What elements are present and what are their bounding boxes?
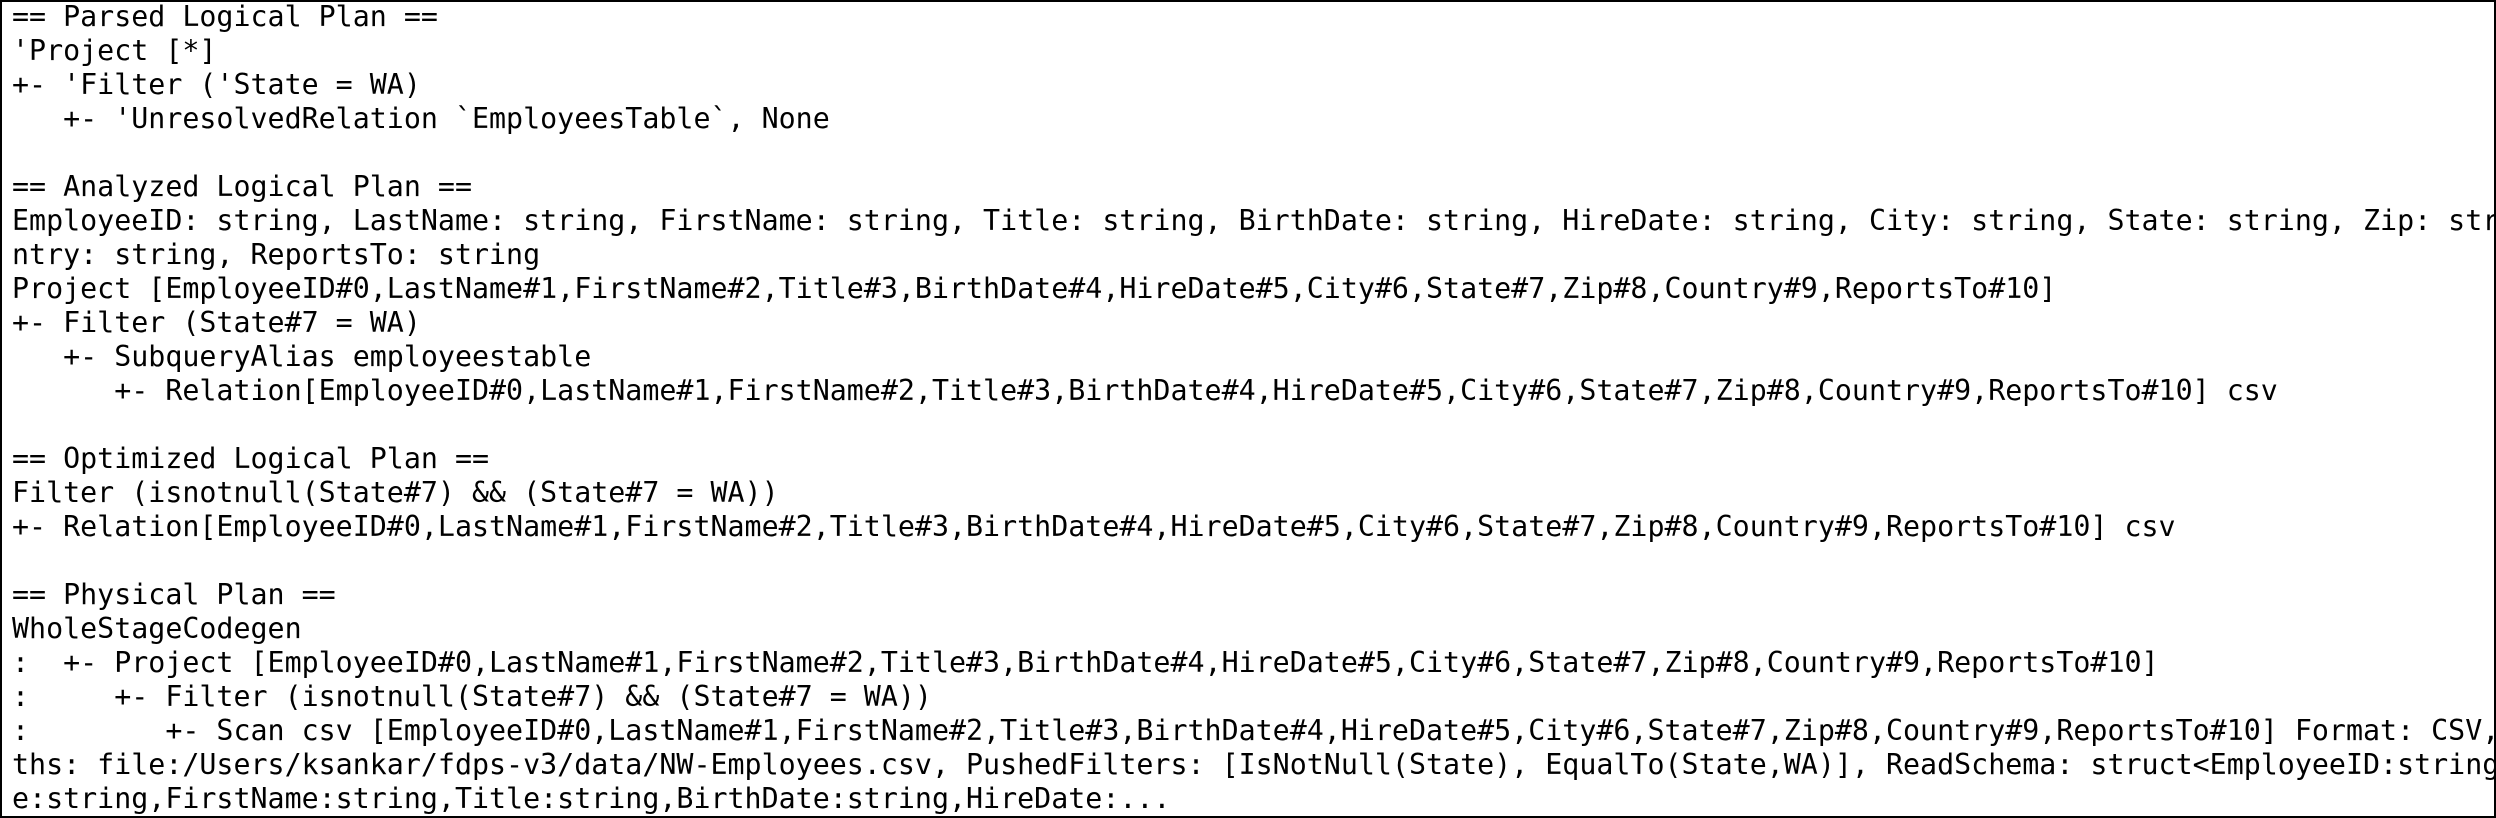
console-line-parsed-header: == Parsed Logical Plan == [12, 0, 438, 33]
console-line: +- Filter (State#7 = WA) [12, 306, 421, 339]
console-line: 'Project [*] [12, 34, 217, 67]
console-line: EmployeeID: string, LastName: string, Fi… [12, 204, 2496, 237]
console-line: +- 'UnresolvedRelation `EmployeesTable`,… [12, 102, 830, 135]
console-line: +- Relation[EmployeeID#0,LastName#1,Firs… [12, 374, 2278, 407]
console-line: +- Relation[EmployeeID#0,LastName#1,Firs… [12, 510, 2176, 543]
console-line: : +- Scan csv [EmployeeID#0,LastName#1,F… [12, 714, 2496, 747]
console-line: e:string,FirstName:string,Title:string,B… [12, 782, 1171, 815]
console-line-physical-header: == Physical Plan == [12, 578, 336, 611]
console-line-optimized-header: == Optimized Logical Plan == [12, 442, 490, 475]
console-line: ntry: string, ReportsTo: string [12, 238, 541, 271]
console-line: Project [EmployeeID#0,LastName#1,FirstNa… [12, 272, 2057, 305]
console-line: Filter (isnotnull(State#7) && (State#7 =… [12, 476, 779, 509]
console-line: ths: file:/Users/ksankar/fdps-v3/data/NW… [12, 748, 2496, 781]
console-line: WholeStageCodegen [12, 612, 302, 645]
console-line: +- SubqueryAlias employeestable [12, 340, 592, 373]
console-line-blank [12, 544, 2494, 578]
console-line: : +- Filter (isnotnull(State#7) && (Stat… [12, 680, 932, 713]
console-output: == Parsed Logical Plan == 'Project [*] +- … [12, 0, 2496, 816]
console-line-blank [12, 408, 2494, 442]
console-line-analyzed-header: == Analyzed Logical Plan == [12, 170, 472, 203]
console-line: : +- Project [EmployeeID#0,LastName#1,Fi… [12, 646, 2159, 679]
terminal-window[interactable]: == Parsed Logical Plan == 'Project [*] +- … [0, 0, 2496, 818]
console-line: +- 'Filter ('State = WA) [12, 68, 421, 101]
console-line-blank [12, 136, 2494, 170]
